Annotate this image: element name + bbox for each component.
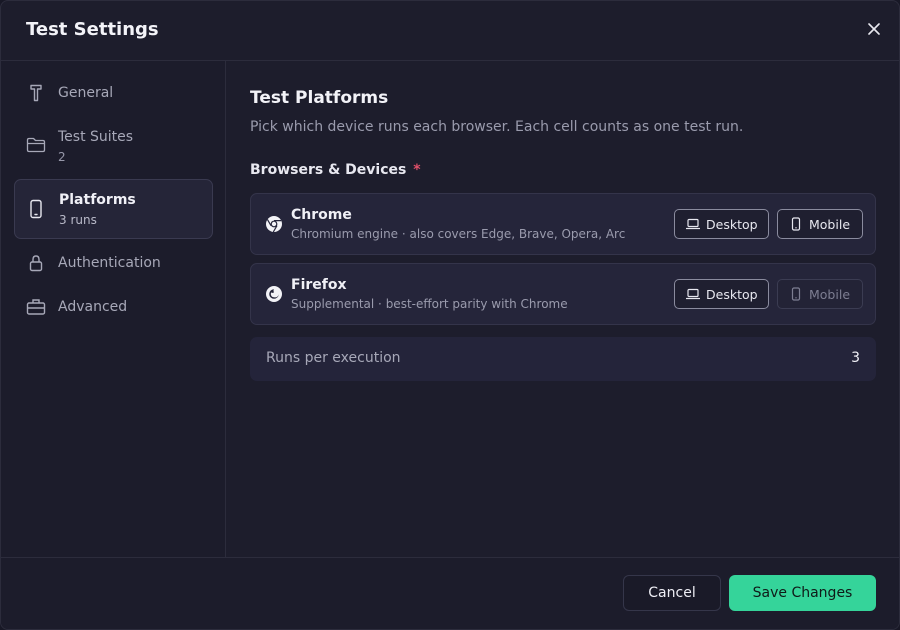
lock-icon bbox=[26, 253, 46, 273]
toggle-label: Mobile bbox=[809, 216, 851, 232]
firefox-desktop-toggle[interactable]: Desktop bbox=[674, 279, 769, 309]
required-marker: * bbox=[413, 162, 421, 178]
sidebar-item-count: 3 runs bbox=[59, 213, 97, 227]
browser-name: Chrome bbox=[291, 207, 352, 223]
sidebar-item-label: Platforms bbox=[59, 192, 136, 208]
folder-icon bbox=[26, 135, 46, 155]
phone-icon bbox=[26, 199, 46, 219]
firefox-icon bbox=[265, 285, 283, 303]
section-title: Test Platforms bbox=[250, 88, 389, 108]
section-description: Pick which device runs each browser. Eac… bbox=[250, 119, 744, 135]
dialog-footer: Cancel Save Changes bbox=[1, 557, 899, 629]
sidebar-item-general[interactable]: General bbox=[14, 75, 213, 111]
field-label: Browsers & Devices * bbox=[250, 162, 421, 178]
phone-icon bbox=[789, 287, 803, 301]
field-label-text: Browsers & Devices bbox=[250, 162, 407, 178]
browser-name: Firefox bbox=[291, 277, 347, 293]
browser-description: Chromium engine · also covers Edge, Brav… bbox=[291, 227, 626, 241]
save-changes-button[interactable]: Save Changes bbox=[729, 575, 876, 611]
sidebar-item-label: Advanced bbox=[58, 299, 128, 315]
briefcase-icon bbox=[26, 297, 46, 317]
toggle-label: Mobile bbox=[809, 286, 851, 302]
close-button[interactable] bbox=[863, 18, 885, 40]
sidebar-item-label: General bbox=[58, 85, 114, 101]
runs-summary: Runs per execution 3 bbox=[250, 337, 876, 381]
browser-row-chrome: Chrome Chromium engine · also covers Edg… bbox=[250, 193, 876, 255]
browser-row-firefox: Firefox Supplemental · best-effort parit… bbox=[250, 263, 876, 325]
laptop-icon bbox=[686, 287, 700, 301]
settings-sidebar: General Test Suites 2 Platforms 3 runs A… bbox=[1, 61, 226, 557]
dialog-title: Test Settings bbox=[26, 19, 159, 40]
settings-content: Test Platforms Pick which device runs ea… bbox=[226, 61, 899, 557]
sidebar-item-advanced[interactable]: Advanced bbox=[14, 289, 213, 325]
sidebar-item-label: Test Suites bbox=[58, 129, 134, 145]
brush-icon bbox=[26, 83, 46, 103]
runs-value: 3 bbox=[851, 350, 860, 366]
sidebar-item-authentication[interactable]: Authentication bbox=[14, 245, 213, 281]
runs-label: Runs per execution bbox=[266, 350, 401, 366]
cancel-button[interactable]: Cancel bbox=[623, 575, 721, 611]
close-icon bbox=[868, 23, 880, 35]
chrome-desktop-toggle[interactable]: Desktop bbox=[674, 209, 769, 239]
phone-icon bbox=[789, 217, 803, 231]
chrome-mobile-toggle[interactable]: Mobile bbox=[777, 209, 863, 239]
sidebar-item-count: 2 bbox=[58, 150, 66, 164]
sidebar-item-test-suites[interactable]: Test Suites 2 bbox=[14, 119, 213, 169]
browser-description: Supplemental · best-effort parity with C… bbox=[291, 297, 568, 311]
laptop-icon bbox=[686, 217, 700, 231]
firefox-mobile-toggle[interactable]: Mobile bbox=[777, 279, 863, 309]
settings-dialog: Test Settings General Test Suites 2 Plat bbox=[0, 0, 900, 630]
toggle-label: Desktop bbox=[706, 286, 758, 302]
toggle-label: Desktop bbox=[706, 216, 758, 232]
dialog-header: Test Settings bbox=[1, 1, 899, 61]
sidebar-item-label: Authentication bbox=[58, 255, 161, 271]
sidebar-item-platforms[interactable]: Platforms 3 runs bbox=[14, 179, 213, 239]
chrome-icon bbox=[265, 215, 283, 233]
